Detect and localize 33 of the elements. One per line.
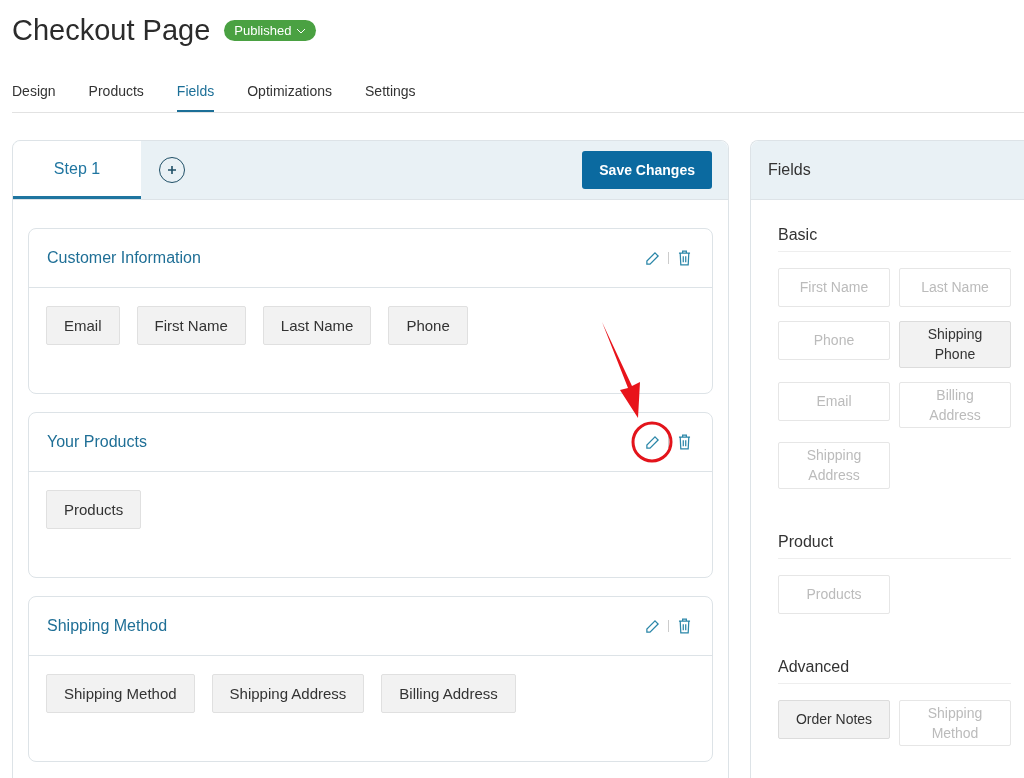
field-item[interactable]: Order Notes (778, 699, 890, 739)
field-chip[interactable]: Phone (388, 306, 468, 345)
nav-tab[interactable]: Fields (176, 83, 215, 112)
pencil-icon (645, 618, 660, 634)
section-title: Shipping Method (47, 617, 168, 635)
delete-icon (677, 250, 692, 266)
field-chip[interactable]: Last Name (262, 306, 372, 345)
group-title: Product (778, 532, 1011, 559)
section-title: Customer Information (47, 249, 201, 267)
pencil-icon (645, 434, 660, 450)
section-title: Your Products (47, 433, 147, 451)
plus-icon (167, 165, 177, 175)
field-chip[interactable]: Products (46, 490, 142, 529)
delete-icon (677, 434, 692, 450)
group-title: Basic (778, 226, 1011, 252)
step-tab[interactable]: Step 1 (13, 141, 141, 199)
nav-tab[interactable]: Optimizations (247, 83, 332, 112)
nav-tab[interactable]: Settings (365, 83, 416, 112)
field-chip[interactable]: Shipping Method (46, 674, 195, 713)
chevron-down-icon (296, 27, 307, 34)
save-changes-button[interactable]: Save Changes (582, 151, 712, 189)
field-chip[interactable]: Shipping Address (211, 674, 365, 713)
field-chip[interactable]: Billing Address (381, 674, 516, 713)
group-title: Advanced (778, 657, 1011, 684)
delete-icon (677, 618, 692, 634)
field-chip[interactable]: First Name (136, 306, 246, 345)
page-title: Checkout Page (12, 14, 211, 47)
nav-tab[interactable]: Design (12, 83, 56, 112)
panel-title: Fields (768, 161, 811, 179)
field-item[interactable]: Shipping Phone (899, 321, 1011, 368)
pencil-icon (645, 250, 660, 266)
nav-tab[interactable]: Products (88, 83, 144, 112)
field-chip[interactable]: Email (46, 306, 120, 345)
